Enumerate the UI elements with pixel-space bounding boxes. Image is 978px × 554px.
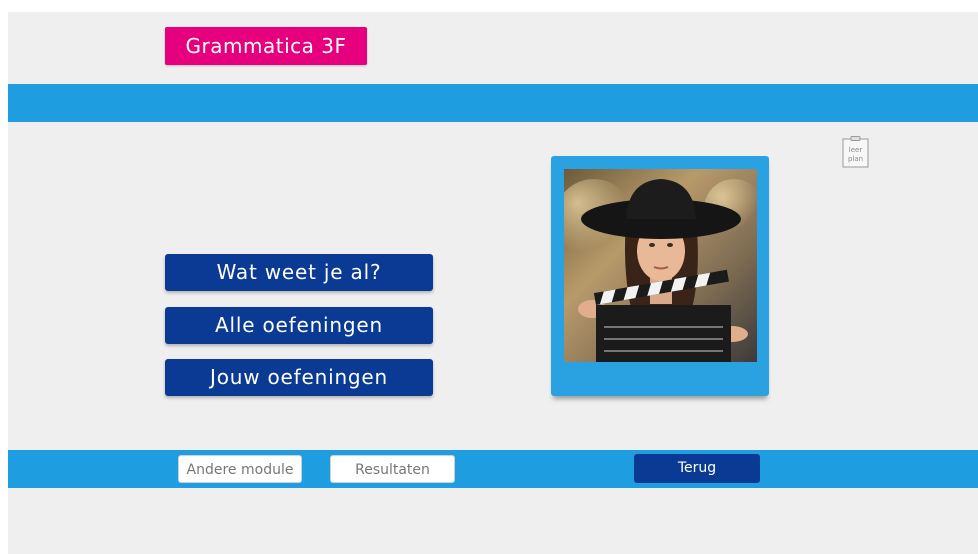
- results-button[interactable]: Resultaten: [330, 455, 455, 483]
- module-title-badge: Grammatica 3F: [165, 27, 367, 65]
- woman-clapperboard-photo: [564, 169, 757, 362]
- leerplan-line1: leer: [849, 146, 863, 154]
- page: Grammatica 3F leer plan Wat weet je al? …: [8, 12, 978, 554]
- leerplan-line2: plan: [848, 155, 863, 163]
- your-exercises-button[interactable]: Jouw oefeningen: [165, 359, 433, 396]
- top-blue-band: [8, 84, 978, 122]
- back-button[interactable]: Terug: [634, 454, 760, 483]
- all-exercises-button[interactable]: Alle oefeningen: [165, 307, 433, 344]
- photo-frame: [551, 156, 769, 396]
- what-do-you-know-button[interactable]: Wat weet je al?: [165, 254, 433, 291]
- leerplan-icon[interactable]: leer plan: [842, 136, 869, 168]
- bottom-blue-band: [8, 450, 978, 488]
- other-module-button[interactable]: Andere module: [178, 455, 302, 483]
